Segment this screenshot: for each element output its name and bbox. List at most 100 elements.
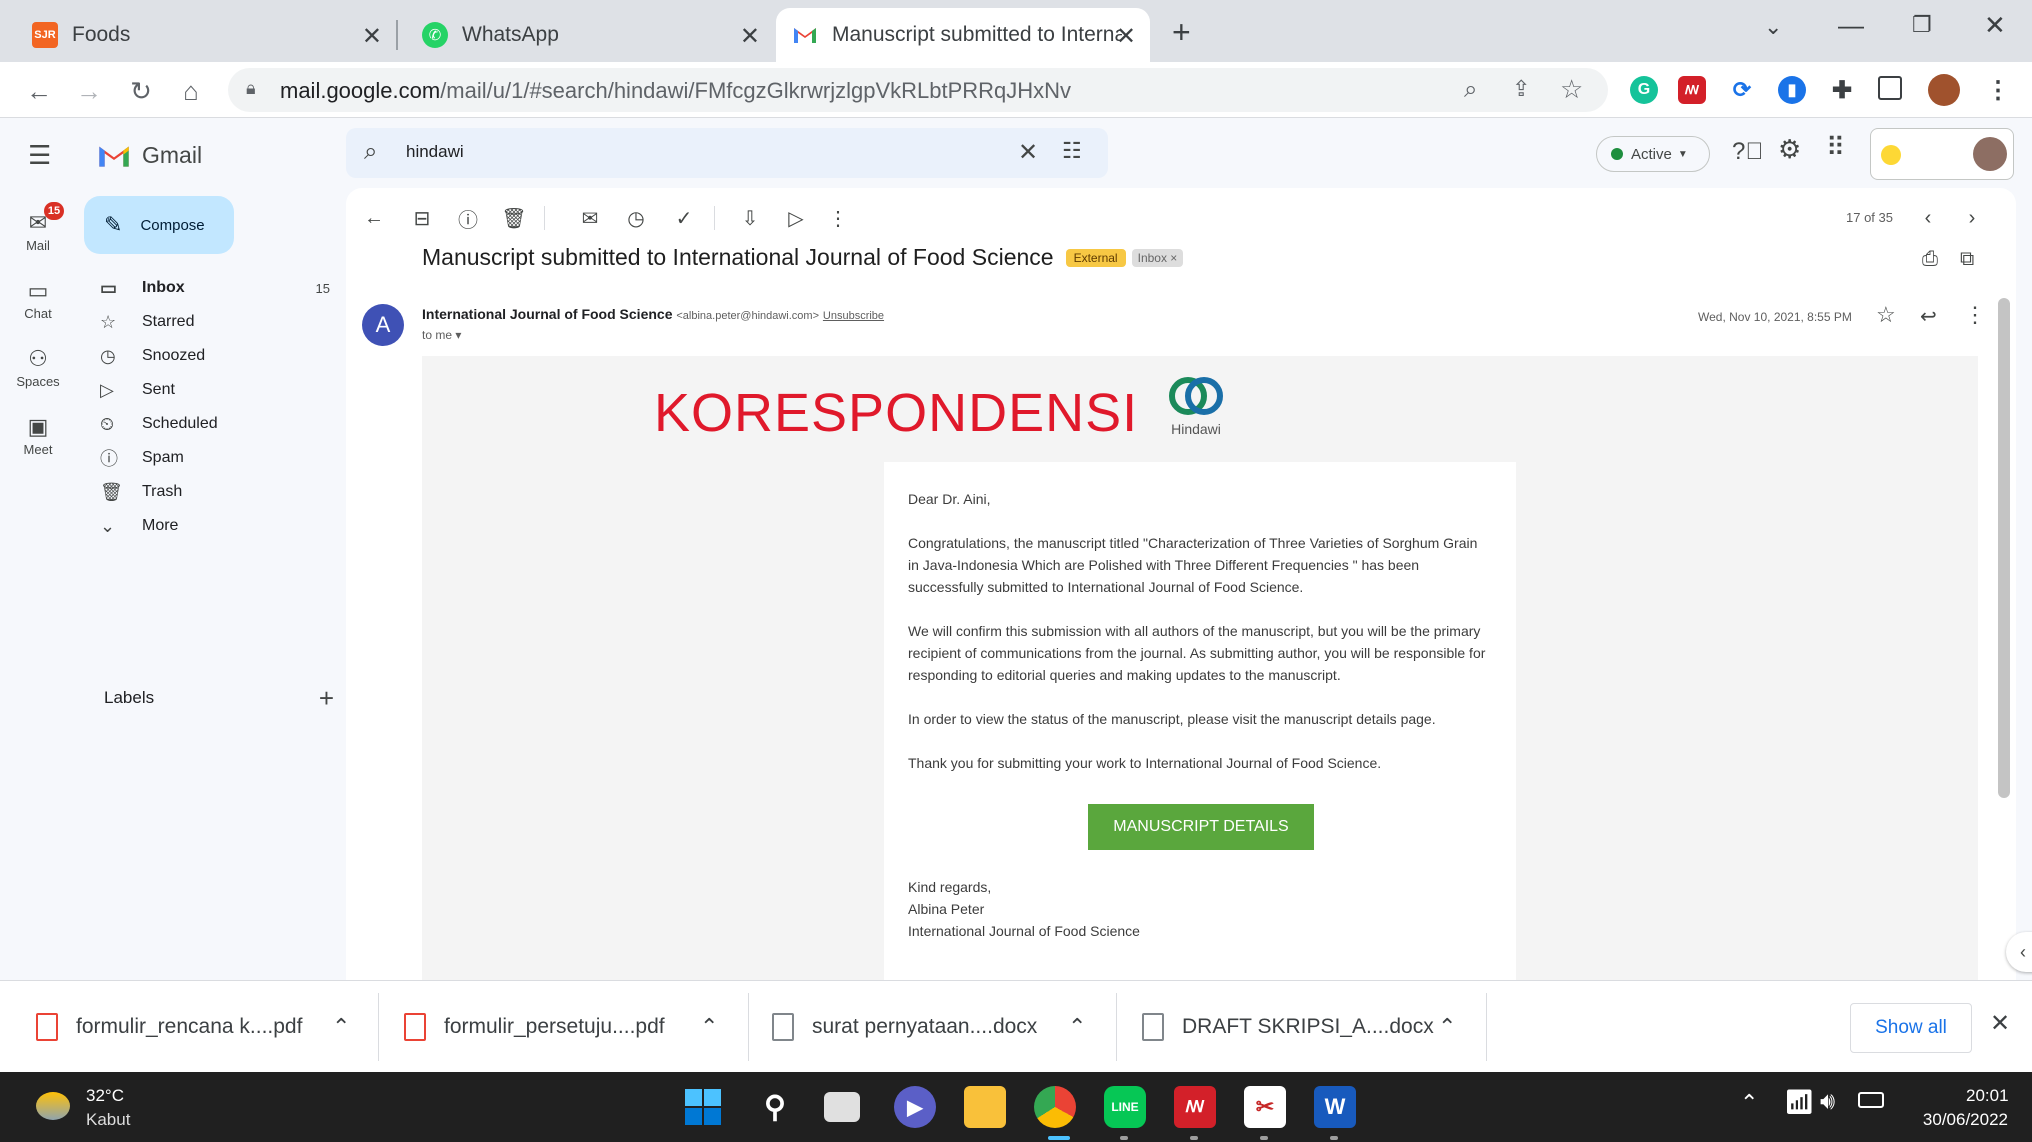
volume-icon[interactable]: 🔊︎ (1820, 1088, 1835, 1116)
back-icon[interactable]: ← (22, 74, 56, 108)
rail-meet[interactable]: ▣ Meet (0, 414, 76, 457)
tab-foods[interactable]: SJR Foods ✕ (8, 8, 396, 62)
share-icon[interactable]: ⇪ (1512, 76, 1530, 102)
nav-spam[interactable]: ⓘ Spam (100, 442, 184, 474)
close-downloads-icon[interactable]: ✕ (1990, 1009, 2010, 1038)
search-icon[interactable]: ⌕ (364, 138, 377, 166)
address-bar[interactable]: 🔒︎ mail.google.com/mail/u/1/#search/hind… (228, 68, 1608, 112)
apps-grid-icon[interactable]: ⠿ (1826, 132, 1845, 163)
close-tab-icon[interactable]: ✕ (1116, 22, 1136, 51)
download-item[interactable]: formulir_rencana k....pdf ⌃ (36, 981, 356, 1073)
mendeley-icon[interactable]: ꟿ (1678, 76, 1706, 104)
snooze-icon[interactable]: ◷ (622, 204, 650, 232)
nav-snoozed[interactable]: ◷ Snoozed (100, 340, 205, 372)
print-icon[interactable]: ⎙ (1922, 248, 1938, 271)
download-menu-icon[interactable]: ⌃ (700, 1014, 718, 1040)
help-icon[interactable]: ?⃝ (1732, 138, 1763, 166)
download-menu-icon[interactable]: ⌃ (1068, 1014, 1086, 1040)
nav-more[interactable]: ⌄ More (100, 510, 178, 542)
search-input[interactable]: hindawi (406, 142, 464, 162)
star-message-icon[interactable]: ☆ (1876, 302, 1896, 328)
nav-inbox[interactable]: ▭ Inbox 15 (100, 272, 330, 304)
new-tab-icon[interactable]: + (1172, 14, 1191, 51)
battery-icon[interactable] (1858, 1092, 1884, 1108)
nav-starred[interactable]: ☆ Starred (100, 306, 194, 338)
mark-unread-icon[interactable]: ✉ (576, 204, 604, 232)
open-new-window-icon[interactable]: ⧉ (1960, 248, 1974, 271)
rail-chat[interactable]: ▭ Chat (0, 278, 76, 321)
snipping-tool-icon[interactable]: ✂ (1244, 1086, 1286, 1128)
bookmark-star-icon[interactable]: ☆ (1560, 74, 1583, 105)
browser-menu-icon[interactable]: ⋮ (1984, 76, 2012, 104)
extensions-icon[interactable]: ✚ (1828, 76, 1856, 104)
reload-icon[interactable]: ↻ (124, 74, 158, 108)
zoom-icon[interactable]: ⌕ (1464, 76, 1477, 104)
edge-ext-icon[interactable]: ⟳ (1728, 76, 1756, 104)
tray-chevron-icon[interactable]: ⌃ (1740, 1090, 1758, 1116)
compose-button[interactable]: ✎ Compose (84, 196, 234, 254)
back-to-list-icon[interactable]: ← (360, 204, 388, 232)
close-tab-icon[interactable]: ✕ (362, 22, 382, 51)
download-item[interactable]: surat pernyataan....docx ⌃ (772, 981, 1092, 1073)
clear-search-icon[interactable]: ✕ (1018, 138, 1038, 167)
mail-search[interactable]: ⌕ hindawi ✕ ☷ (346, 128, 1108, 178)
close-tab-icon[interactable]: ✕ (740, 22, 760, 51)
download-menu-icon[interactable]: ⌃ (332, 1014, 350, 1040)
label-icon[interactable]: ▷ (782, 204, 810, 232)
add-task-icon[interactable]: ✓ (670, 204, 698, 232)
nav-trash[interactable]: 🗑︎ Trash (100, 476, 182, 508)
nav-scheduled[interactable]: ⏲ Scheduled (100, 408, 218, 440)
home-icon[interactable]: ⌂ (174, 74, 208, 108)
rail-spaces[interactable]: ⚇ Spaces (0, 346, 76, 389)
clock-time[interactable]: 20:01 (1966, 1086, 2009, 1106)
message-more-icon[interactable]: ⋮ (1964, 302, 1986, 328)
search-options-icon[interactable]: ☷ (1062, 138, 1082, 164)
tab-whatsapp[interactable]: ✆ WhatsApp ✕ (398, 8, 774, 62)
windows-start-icon[interactable] (682, 1086, 724, 1128)
gmail-logo[interactable]: Gmail (98, 142, 202, 169)
newer-icon[interactable]: ‹ (1914, 204, 1942, 232)
delete-icon[interactable]: 🗑︎ (500, 204, 528, 232)
search-taskbar-icon[interactable]: ⚲ (754, 1086, 796, 1128)
older-icon[interactable]: › (1958, 204, 1986, 232)
inbox-tag[interactable]: Inbox × (1131, 248, 1184, 267)
sender-name[interactable]: International Journal of Food Science (422, 306, 672, 322)
profile-avatar[interactable] (1928, 74, 1960, 106)
restore-icon[interactable]: ❐ (1912, 12, 1932, 38)
tab-search-icon[interactable]: ⌄ (1764, 14, 1782, 40)
download-menu-icon[interactable]: ⌃ (1438, 1014, 1456, 1040)
url-text[interactable]: mail.google.com/mail/u/1/#search/hindawi… (280, 78, 1071, 104)
forward-icon[interactable]: → (72, 74, 106, 108)
line-app-icon[interactable]: LINE (1104, 1086, 1146, 1128)
archive-icon[interactable]: ⊟ (408, 204, 436, 232)
reply-icon[interactable]: ↩ (1920, 304, 1937, 329)
manuscript-details-button[interactable]: MANUSCRIPT DETAILS (1088, 804, 1314, 850)
status-button[interactable]: Active ▼ (1596, 136, 1710, 172)
word-icon[interactable]: W (1314, 1086, 1356, 1128)
minimize-icon[interactable]: — (1838, 10, 1864, 41)
account-switcher[interactable] (1870, 128, 2014, 180)
scrollbar-thumb[interactable] (1998, 298, 2010, 798)
wifi-icon[interactable]: 📶︎ (1784, 1088, 1814, 1117)
download-item[interactable]: formulir_persetuju....pdf ⌃ (404, 981, 724, 1073)
clock-date[interactable]: 30/06/2022 (1908, 1110, 2008, 1130)
show-all-button[interactable]: Show all (1850, 1003, 1972, 1053)
add-label-icon[interactable]: + (319, 683, 334, 714)
report-spam-icon[interactable]: ⓘ (454, 204, 482, 232)
task-view-icon[interactable] (824, 1092, 860, 1122)
download-item[interactable]: DRAFT SKRIPSI_A....docx ⌃ (1142, 981, 1482, 1073)
recipient-toggle[interactable]: to me ▾ (422, 328, 461, 342)
move-to-icon[interactable]: ⇩ (736, 204, 764, 232)
rail-mail[interactable]: ✉ 15 Mail (0, 202, 76, 253)
settings-gear-icon[interactable]: ⚙ (1778, 134, 1801, 165)
chrome-icon[interactable] (1034, 1086, 1076, 1128)
bookmark-ext-icon[interactable]: ▮ (1778, 76, 1806, 104)
close-window-icon[interactable]: ✕ (1984, 10, 2006, 41)
teams-chat-icon[interactable]: ▶ (894, 1086, 936, 1128)
sender-avatar[interactable]: A (362, 304, 404, 346)
side-panel-icon[interactable] (1878, 76, 1902, 100)
nav-sent[interactable]: ▷ Sent (100, 374, 175, 406)
grammarly-icon[interactable]: G (1630, 76, 1658, 104)
unsubscribe-link[interactable]: Unsubscribe (823, 310, 884, 322)
mendeley-app-icon[interactable]: ꟿ (1174, 1086, 1216, 1128)
